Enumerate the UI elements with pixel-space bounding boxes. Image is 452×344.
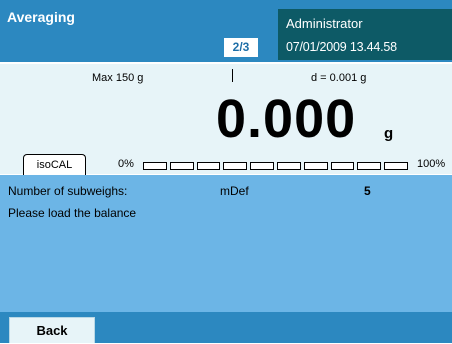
balance-screen: Averaging 2/3 Administrator 07/01/2009 1… (0, 0, 452, 343)
info-panel: Number of subweighs: mDef 5 Please load … (0, 175, 452, 312)
capacity-bar-segment (384, 162, 408, 170)
capacity-bar-segment (276, 162, 301, 170)
isocal-button[interactable]: isoCAL (23, 154, 86, 175)
instruction-message: Please load the balance (8, 206, 137, 220)
datetime: 07/01/2009 13.44.58 (286, 40, 397, 54)
subweighs-mode: mDef (220, 184, 249, 198)
capacity-bar-segment (223, 162, 248, 170)
user-panel: Administrator 07/01/2009 13.44.58 (278, 9, 452, 60)
page-indicator[interactable]: 2/3 (224, 38, 258, 57)
subweighs-count: 5 (364, 184, 371, 198)
capacity-bar-segment (357, 162, 382, 170)
weight-unit: g (384, 125, 394, 142)
footer-bar: Back (0, 312, 452, 343)
capacity-bar-segment (196, 162, 221, 170)
header-bar: Averaging 2/3 Administrator 07/01/2009 1… (0, 0, 452, 62)
capacity-bar-segment (169, 162, 194, 170)
page-title: Averaging (7, 9, 75, 25)
weighing-display: Max 150 g d = 0.001 g 0.000 g isoCAL 0% … (0, 62, 452, 175)
weight-value: 0.000 (216, 89, 357, 149)
capacity-bar-segment (330, 162, 355, 170)
capacity-bar-segment (143, 162, 167, 170)
capacity-bar (143, 162, 408, 170)
capacity-max-label: 100% (417, 158, 446, 170)
subweighs-label: Number of subweighs: (8, 184, 128, 198)
center-marker (232, 69, 233, 82)
capacity-min-label: 0% (118, 158, 134, 170)
capacity-bar-segment (303, 162, 328, 170)
back-button[interactable]: Back (9, 317, 95, 343)
max-capacity: Max 150 g (92, 72, 144, 84)
readability: d = 0.001 g (311, 72, 367, 84)
capacity-bar-segment (250, 162, 274, 170)
user-name: Administrator (286, 16, 363, 31)
